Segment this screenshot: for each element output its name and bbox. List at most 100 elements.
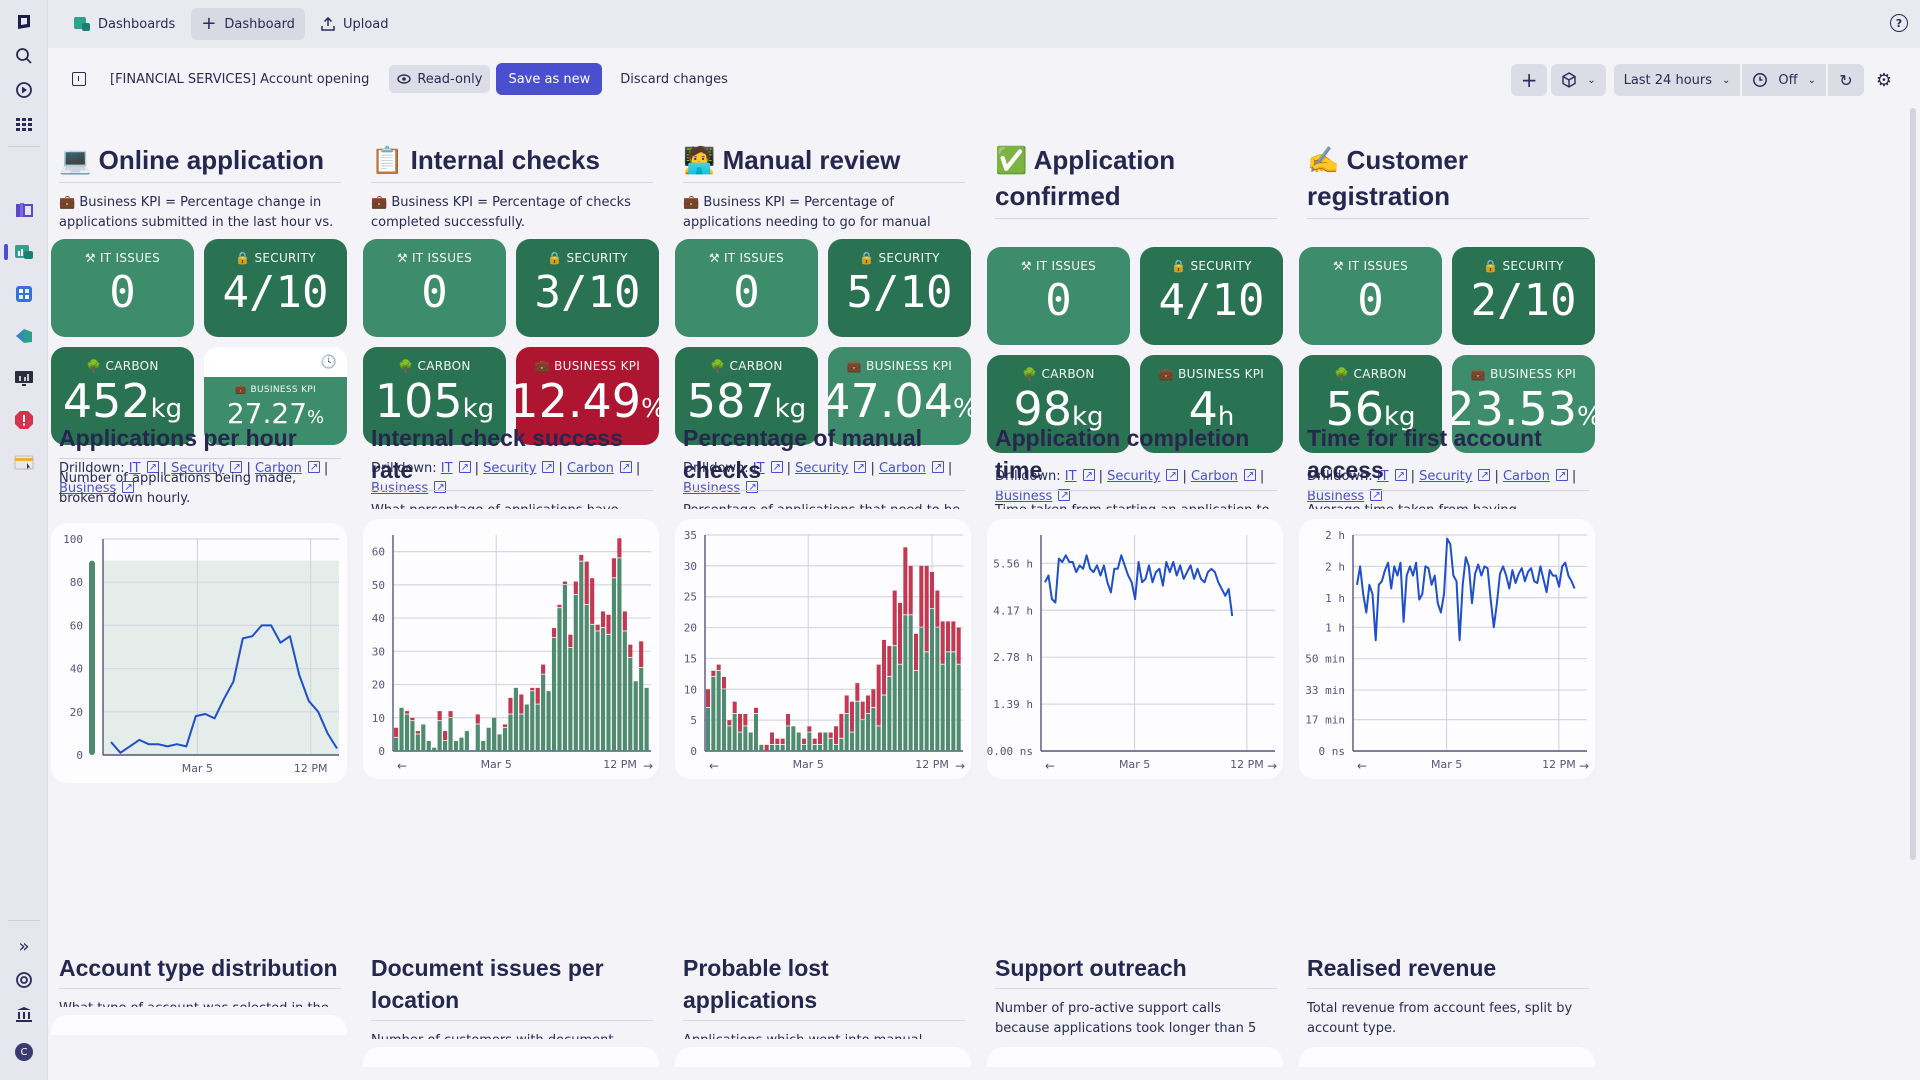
scroll-left-icon[interactable]: ←: [1357, 759, 1367, 773]
it-issues-tile[interactable]: ⚒ IT ISSUES 0: [363, 239, 506, 337]
tab-new-dashboard[interactable]: + Dashboard: [191, 8, 305, 40]
chart-container[interactable]: [363, 1047, 659, 1067]
play-circle-icon[interactable]: [12, 78, 36, 102]
bar-segment-alert: [908, 565, 913, 615]
bar-segment-alert: [946, 621, 951, 652]
chart-container[interactable]: 0 10 20 30 40 50 60 Mar 5 12 PM ← →: [363, 519, 659, 779]
expand-icon[interactable]: »: [12, 934, 36, 958]
bar-segment-ok: [426, 741, 431, 751]
add-tile-button[interactable]: +: [1511, 64, 1548, 96]
chart-container[interactable]: [51, 1015, 347, 1035]
rail-divider: [8, 146, 40, 147]
chart-svg: 0 ns 17 min 33 min 50 min 1 h 1 h 2 h 2 h Mar 5 1…: [1305, 529, 1589, 773]
tab-dashboards[interactable]: Dashboards: [64, 8, 185, 40]
bar-segment-ok: [807, 732, 812, 751]
kpi-tiles: ⚒ IT ISSUES 0 🔒 SECURITY 3/10 🌳 CARBON 105kg 💼…: [363, 239, 667, 445]
infrastructure-app-icon[interactable]: [12, 198, 36, 222]
scroll-right-icon[interactable]: →: [1267, 759, 1277, 773]
chart-container[interactable]: 0.00 ns 1.39 h 2.78 h 4.17 h 5.56 h Mar 5 12 P…: [987, 519, 1283, 779]
kubernetes-app-icon[interactable]: [12, 324, 36, 348]
bar-segment-ok: [839, 738, 844, 751]
timeframe-selector[interactable]: Last 24 hours ⌄: [1613, 64, 1741, 96]
y-tick-label: 1.39 h: [993, 698, 1033, 711]
chart-container[interactable]: [675, 1047, 971, 1067]
bar-segment-alert: [502, 724, 508, 727]
chart-container[interactable]: 0 5 10 15 20 25 30 35 Mar 5 12 PM ← →: [675, 519, 971, 779]
security-tile[interactable]: 🔒 SECURITY 4/10: [1140, 247, 1283, 345]
it-issues-tile[interactable]: ⚒ IT ISSUES 0: [987, 247, 1130, 345]
refresh-button[interactable]: ↻: [1828, 64, 1864, 96]
search-icon[interactable]: [12, 44, 36, 68]
chart-tile: Account type distribution What type of ac…: [51, 952, 355, 1035]
bar-segment-ok: [828, 738, 833, 751]
bar-segment-ok: [951, 652, 956, 751]
scroll-left-icon[interactable]: ←: [1045, 759, 1055, 773]
auto-refresh-selector[interactable]: Off ⌄: [1742, 64, 1826, 96]
segment-button[interactable]: ⌄: [1551, 64, 1606, 96]
support-icon[interactable]: [12, 968, 36, 992]
stage-title-text: Internal checks: [410, 145, 600, 175]
bar-segment-alert: [919, 565, 924, 627]
bank-icon[interactable]: [12, 1002, 36, 1026]
scroll-left-icon[interactable]: ←: [709, 759, 719, 773]
series-line: [1356, 537, 1576, 642]
browser-app-icon[interactable]: [12, 450, 36, 474]
chart-container[interactable]: 0 20 40 60 80 100 Mar 5 12 PM: [51, 523, 347, 783]
dashboard-toolbar: [FINANCIAL SERVICES] Account opening Rea…: [48, 48, 1920, 110]
bar-segment-alert: [956, 627, 961, 664]
lock-icon: 🔒: [859, 251, 875, 265]
bar-segment-alert: [628, 644, 633, 658]
bar-segment-ok: [551, 638, 557, 751]
chart-container[interactable]: [1299, 1047, 1595, 1067]
it-issues-tile[interactable]: ⚒ IT ISSUES 0: [51, 239, 194, 337]
problems-app-icon[interactable]: [12, 408, 36, 432]
x-tick-label: Mar 5: [182, 762, 213, 775]
bar-segment-ok: [535, 704, 540, 751]
settings-icon[interactable]: ⚙: [1868, 64, 1900, 96]
it-issues-tile[interactable]: ⚒ IT ISSUES 0: [675, 239, 818, 337]
apps-grid-icon[interactable]: [12, 112, 36, 136]
help-icon[interactable]: ?: [1890, 14, 1908, 32]
bar-segment-ok: [519, 714, 524, 751]
dynatrace-logo-icon[interactable]: [12, 10, 36, 34]
tree-icon: 🌳: [1022, 367, 1038, 381]
lock-icon: 🔒: [1483, 259, 1499, 273]
tab-label: Dashboards: [98, 16, 176, 32]
y-tick-label: 30: [684, 560, 697, 573]
bar-segment-alert: [443, 731, 448, 741]
bar-segment-alert: [590, 578, 595, 624]
security-tile[interactable]: 🔒 SECURITY 4/10: [204, 239, 347, 337]
toggle-panel-icon[interactable]: [72, 72, 86, 86]
chart-description: Average time taken from having applicati…: [1307, 501, 1589, 509]
tree-icon: 🌳: [398, 359, 414, 373]
scroll-right-icon[interactable]: →: [643, 759, 653, 773]
scroll-left-icon[interactable]: ←: [397, 759, 407, 773]
scroll-right-icon[interactable]: →: [1579, 759, 1589, 773]
user-avatar[interactable]: C: [12, 1040, 36, 1064]
workflows-app-icon[interactable]: [12, 282, 36, 306]
it-issues-tile[interactable]: ⚒ IT ISSUES 0: [1299, 247, 1442, 345]
bar-segment-alert: [711, 670, 716, 677]
save-as-new-button[interactable]: Save as new: [496, 63, 603, 95]
security-tile[interactable]: 🔒 SECURITY 3/10: [516, 239, 659, 337]
dashboards-app-icon[interactable]: [12, 240, 36, 264]
tools-icon: ⚒: [84, 251, 96, 265]
clock-icon[interactable]: 🕓: [321, 355, 337, 370]
discard-changes-button[interactable]: Discard changes: [612, 72, 736, 87]
tile-value: 587: [686, 374, 775, 428]
chart-container[interactable]: 0 ns 17 min 33 min 50 min 1 h 1 h 2 h 2 h Mar 5 1…: [1299, 519, 1595, 779]
tab-upload[interactable]: Upload: [311, 8, 399, 40]
monitor-app-icon[interactable]: [12, 366, 36, 390]
security-tile[interactable]: 🔒 SECURITY 5/10: [828, 239, 971, 337]
bar-segment-ok: [415, 734, 420, 751]
vertical-scrollbar[interactable]: [1910, 108, 1916, 860]
active-indicator: [4, 244, 8, 260]
scroll-right-icon[interactable]: →: [955, 759, 965, 773]
bar-segment-alert: [508, 697, 513, 714]
security-tile[interactable]: 🔒 SECURITY 2/10: [1452, 247, 1595, 345]
tab-label: Dashboard: [224, 16, 295, 32]
bar-segment-alert: [727, 720, 732, 726]
chart-title: Internal check success rate: [371, 422, 653, 491]
chart-container[interactable]: [987, 1047, 1283, 1067]
bar-segment-alert: [622, 611, 627, 631]
